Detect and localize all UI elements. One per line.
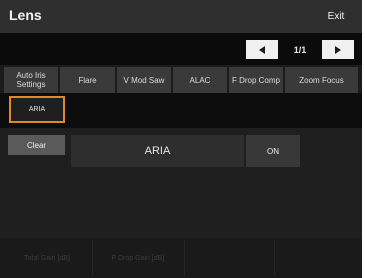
tab-zoom-focus[interactable]: Zoom Focus — [285, 67, 358, 93]
footer-divider — [274, 240, 275, 276]
header-bar — [0, 0, 362, 33]
aria-button[interactable]: ARIA — [9, 96, 65, 123]
tab-flare[interactable]: Flare — [60, 67, 115, 93]
lens-menu-screen: Lens Exit 1/1 Auto Iris Settings Flare V… — [0, 0, 362, 278]
page-indicator: 1/1 — [293, 44, 307, 55]
page-title: Lens — [9, 7, 42, 23]
triangle-right-icon — [335, 45, 341, 54]
footer-divider — [92, 240, 93, 276]
triangle-left-icon — [259, 45, 265, 54]
tab-v-mod-saw[interactable]: V Mod Saw — [117, 67, 171, 93]
footer-divider — [184, 240, 185, 276]
tab-alac[interactable]: ALAC — [173, 67, 227, 93]
tab-auto-iris-settings[interactable]: Auto Iris Settings — [4, 67, 58, 93]
f-drop-gain-label: F Drop Gain [dB] — [111, 254, 165, 262]
exit-button[interactable]: Exit — [316, 6, 356, 27]
prev-page-button[interactable] — [246, 40, 278, 59]
aria-value-field[interactable]: ARIA — [71, 135, 244, 167]
on-toggle-button[interactable]: ON — [246, 135, 300, 167]
clear-button[interactable]: Clear — [8, 135, 65, 155]
total-gain-label: Total Gain [dB] — [24, 254, 70, 262]
tab-f-drop-comp[interactable]: F Drop Comp — [229, 67, 283, 93]
next-page-button[interactable] — [322, 40, 354, 59]
